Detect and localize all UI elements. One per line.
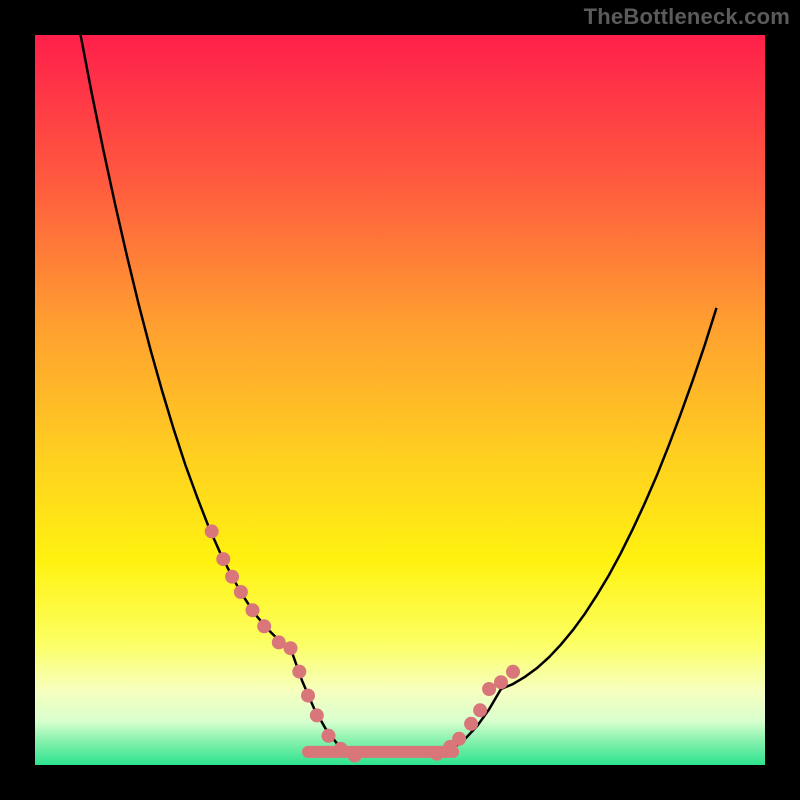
data-marker — [430, 747, 444, 761]
data-marker — [257, 619, 271, 633]
data-marker — [482, 682, 496, 696]
data-marker — [322, 729, 336, 743]
data-marker — [348, 749, 362, 763]
data-marker — [301, 689, 315, 703]
data-marker — [205, 524, 219, 538]
watermark-text: TheBottleneck.com — [584, 4, 790, 30]
data-marker — [452, 732, 466, 746]
data-marker — [473, 703, 487, 717]
data-marker — [225, 570, 239, 584]
data-marker — [310, 708, 324, 722]
gradient-background — [35, 35, 765, 765]
data-marker — [234, 585, 248, 599]
chart-frame: TheBottleneck.com — [0, 0, 800, 800]
data-marker — [292, 665, 306, 679]
chart-svg — [35, 35, 765, 765]
data-marker — [494, 675, 508, 689]
data-marker — [334, 742, 348, 756]
plot-area — [35, 35, 765, 765]
data-marker — [246, 603, 260, 617]
data-marker — [464, 717, 478, 731]
data-marker — [284, 641, 298, 655]
data-marker — [216, 552, 230, 566]
data-marker — [506, 665, 520, 679]
